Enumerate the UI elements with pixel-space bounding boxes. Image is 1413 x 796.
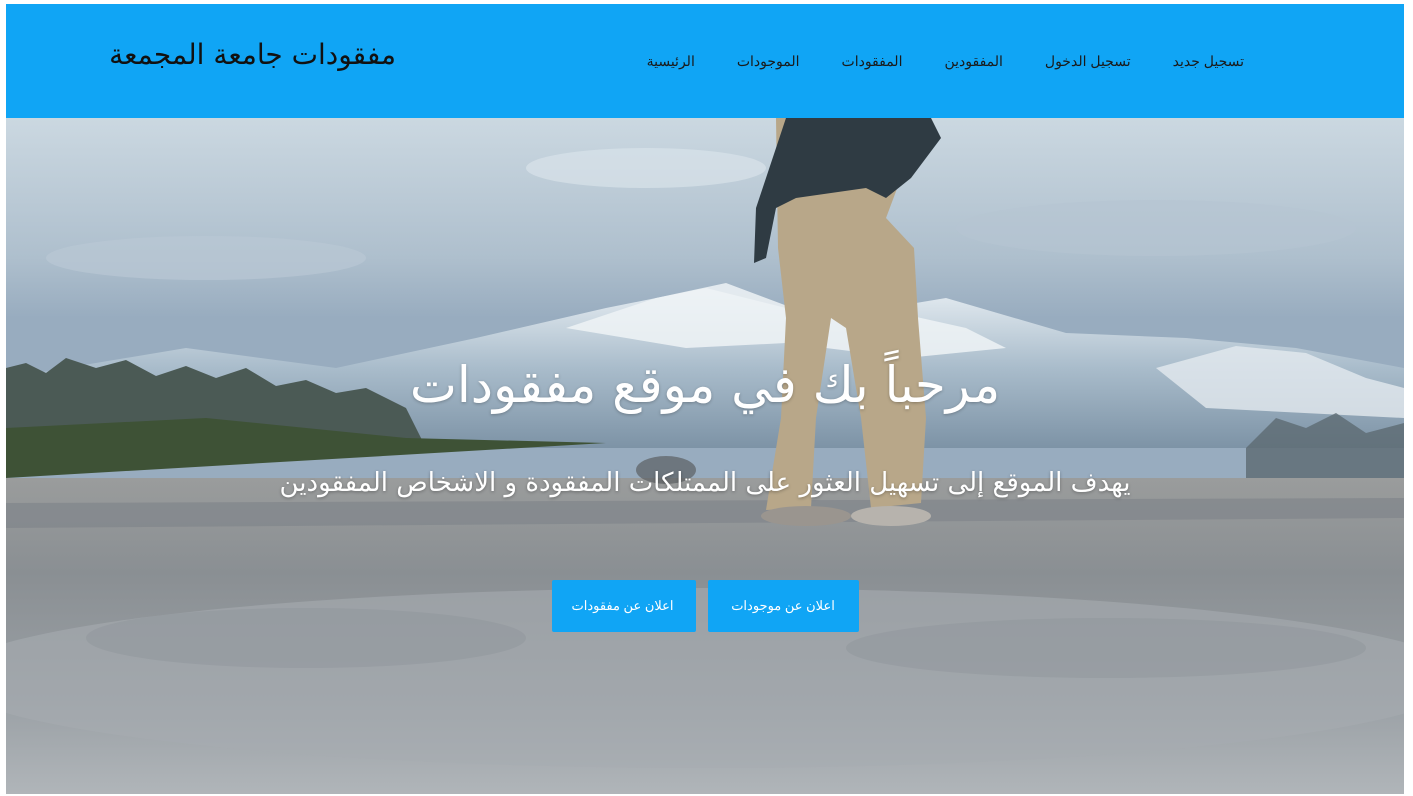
nav-link-home[interactable]: الرئيسية (647, 53, 695, 70)
cta-buttons: اعلان عن مفقودات اعلان عن موجودات (6, 580, 1404, 632)
site-brand-title[interactable]: مفقودات جامعة المجمعة (109, 38, 396, 71)
nav-link-login[interactable]: تسجيل الدخول (1045, 53, 1131, 70)
hero-section: مرحباً بك في موقع مفقودات يهدف الموقع إل… (6, 118, 1404, 794)
nav-link-register[interactable]: تسجيل جديد (1173, 53, 1244, 70)
browser-viewport: مفقودات جامعة المجمعة تسجيل جديد تسجيل ا… (6, 4, 1404, 794)
hero-title: مرحباً بك في موقع مفقودات (409, 356, 1001, 414)
nav-link-missing-persons[interactable]: المفقودين (944, 53, 1002, 70)
report-lost-button[interactable]: اعلان عن مفقودات (551, 580, 696, 632)
page: مفقودات جامعة المجمعة تسجيل جديد تسجيل ا… (0, 0, 1413, 796)
hero-background-image (6, 118, 1404, 794)
nav-link-found-items[interactable]: الموجودات (737, 53, 800, 70)
nav-link-lost-items[interactable]: المفقودات (842, 53, 903, 70)
navbar: مفقودات جامعة المجمعة تسجيل جديد تسجيل ا… (6, 4, 1404, 118)
hero-subtitle: يهدف الموقع إلى تسهيل العثور على الممتلك… (279, 468, 1131, 498)
nav-links: تسجيل جديد تسجيل الدخول المفقودين المفقو… (605, 4, 1244, 118)
report-found-button[interactable]: اعلان عن موجودات (707, 580, 859, 632)
